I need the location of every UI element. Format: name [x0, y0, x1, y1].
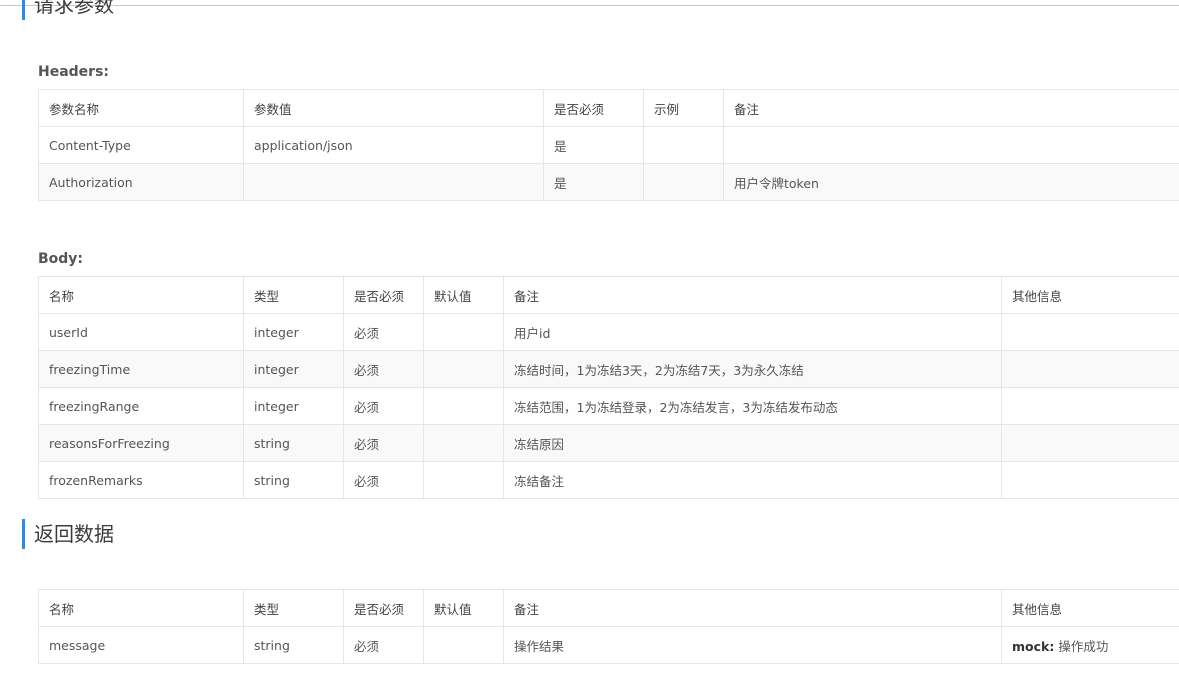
column-header: 示例 — [643, 89, 724, 127]
table-row: userId integer 必须 用户id — [38, 313, 1179, 351]
column-header: 其他信息 — [1001, 276, 1179, 314]
column-header: 备注 — [503, 589, 1002, 627]
field-required: 必须 — [343, 424, 424, 462]
field-default — [423, 350, 504, 388]
column-header: 参数名称 — [38, 89, 244, 127]
field-type: string — [243, 424, 344, 462]
column-header: 默认值 — [423, 589, 504, 627]
field-remark: 冻结范围，1为冻结登录，2为冻结发言，3为冻结发布动态 — [503, 387, 1002, 425]
column-header: 参数值 — [243, 89, 544, 127]
body-table-header: 名称 类型 是否必须 默认值 备注 其他信息 — [38, 276, 1179, 314]
param-remark: 用户令牌token — [723, 163, 1179, 201]
mock-key: mock: — [1012, 638, 1055, 654]
column-header: 备注 — [503, 276, 1002, 314]
column-header: 默认值 — [423, 276, 504, 314]
request-params-title: 请求参数 — [22, 0, 114, 20]
param-example — [643, 126, 724, 164]
field-name: frozenRemarks — [38, 461, 244, 499]
param-value — [243, 163, 544, 201]
field-required: 必须 — [343, 313, 424, 351]
field-remark: 冻结原因 — [503, 424, 1002, 462]
field-name: reasonsForFreezing — [38, 424, 244, 462]
param-value: application/json — [243, 126, 544, 164]
field-other — [1001, 424, 1179, 462]
column-header: 名称 — [38, 589, 244, 627]
param-example — [643, 163, 724, 201]
response-table-header: 名称 类型 是否必须 默认值 备注 其他信息 — [38, 589, 1179, 627]
field-remark: 操作结果 — [503, 626, 1002, 664]
field-name: freezingRange — [38, 387, 244, 425]
body-label: Body: — [38, 251, 84, 267]
param-required: 是 — [543, 163, 644, 201]
body-table: 名称 类型 是否必须 默认值 备注 其他信息 userId integer 必须… — [38, 276, 1179, 499]
headers-label: Headers: — [38, 64, 110, 80]
column-header: 其他信息 — [1001, 589, 1179, 627]
field-other — [1001, 387, 1179, 425]
column-header: 是否必须 — [343, 276, 424, 314]
field-required: 必须 — [343, 626, 424, 664]
field-name: freezingTime — [38, 350, 244, 388]
field-other — [1001, 350, 1179, 388]
column-header: 是否必须 — [343, 589, 424, 627]
field-default — [423, 313, 504, 351]
field-type: integer — [243, 350, 344, 388]
field-remark: 冻结备注 — [503, 461, 1002, 499]
column-header: 类型 — [243, 589, 344, 627]
response-table: 名称 类型 是否必须 默认值 备注 其他信息 message string 必须… — [38, 589, 1179, 664]
field-type: string — [243, 626, 344, 664]
field-name: userId — [38, 313, 244, 351]
field-other: mock: 操作成功 — [1001, 626, 1179, 664]
field-default — [423, 387, 504, 425]
response-data-title: 返回数据 — [22, 519, 114, 549]
field-other — [1001, 313, 1179, 351]
table-row: Authorization 是 用户令牌token — [38, 163, 1179, 201]
field-name: message — [38, 626, 244, 664]
param-required: 是 — [543, 126, 644, 164]
param-remark — [723, 126, 1179, 164]
headers-table: 参数名称 参数值 是否必须 示例 备注 Content-Type applica… — [38, 89, 1179, 201]
table-row: reasonsForFreezing string 必须 冻结原因 — [38, 424, 1179, 462]
field-default — [423, 626, 504, 664]
field-required: 必须 — [343, 461, 424, 499]
top-divider — [0, 5, 1179, 6]
field-required: 必须 — [343, 387, 424, 425]
table-row: message string 必须 操作结果 mock: 操作成功 — [38, 626, 1179, 664]
headers-table-header: 参数名称 参数值 是否必须 示例 备注 — [38, 89, 1179, 127]
table-row: Content-Type application/json 是 — [38, 126, 1179, 164]
field-remark: 用户id — [503, 313, 1002, 351]
param-name: Content-Type — [38, 126, 244, 164]
column-header: 备注 — [723, 89, 1179, 127]
field-default — [423, 424, 504, 462]
field-remark: 冻结时间，1为冻结3天，2为冻结7天，3为永久冻结 — [503, 350, 1002, 388]
param-name: Authorization — [38, 163, 244, 201]
field-default — [423, 461, 504, 499]
column-header: 名称 — [38, 276, 244, 314]
column-header: 类型 — [243, 276, 344, 314]
field-type: integer — [243, 387, 344, 425]
table-row: freezingTime integer 必须 冻结时间，1为冻结3天，2为冻结… — [38, 350, 1179, 388]
field-required: 必须 — [343, 350, 424, 388]
mock-value: 操作成功 — [1054, 638, 1109, 654]
field-type: integer — [243, 313, 344, 351]
table-row: frozenRemarks string 必须 冻结备注 — [38, 461, 1179, 499]
table-row: freezingRange integer 必须 冻结范围，1为冻结登录，2为冻… — [38, 387, 1179, 425]
field-other — [1001, 461, 1179, 499]
field-type: string — [243, 461, 344, 499]
column-header: 是否必须 — [543, 89, 644, 127]
